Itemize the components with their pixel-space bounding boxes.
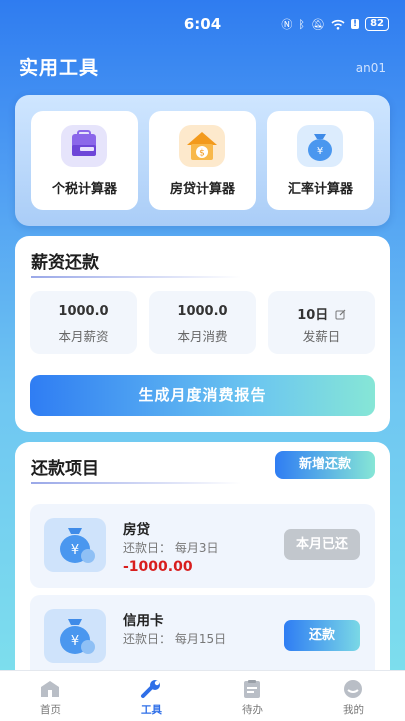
money-bag-icon: ¥ — [44, 609, 106, 663]
profile-icon — [344, 680, 362, 698]
wrench-icon — [141, 680, 160, 698]
title-underline — [31, 482, 241, 484]
monthly-salary-value: 1000.0 — [58, 304, 109, 319]
repayment-date: 还款日： 每月3日 — [123, 541, 219, 555]
tab-todo-label: 待办 — [242, 704, 263, 716]
tax-calculator-button[interactable]: 个税计算器 — [31, 111, 138, 210]
svg-text:¥: ¥ — [71, 634, 79, 649]
money-bag-icon: ¥ — [44, 518, 106, 572]
repayment-item[interactable]: ¥ 信用卡 还款日： 每月15日 还款 — [30, 595, 375, 679]
bottom-tab-bar: 首页 工具 待办 我的 — [0, 670, 405, 721]
tab-profile[interactable]: 我的 — [303, 671, 404, 721]
repayment-name: 房贷 — [123, 522, 150, 538]
alert-icon: ! — [350, 19, 360, 29]
payday-value-text: 10日 — [297, 308, 329, 323]
repayment-card: 还款项目 新增还款 ¥ 房贷 还款日： 每月3日 -1000.00 本月已还 ¥… — [15, 442, 390, 682]
repayment-section-title: 还款项目 — [31, 459, 99, 479]
user-id: an01 — [355, 61, 386, 75]
monthly-salary-label: 本月薪资 — [58, 329, 109, 344]
repayment-amount: -1000.00 — [123, 559, 193, 575]
exchange-rate-calculator-label: 汇率计算器 — [287, 182, 353, 197]
repayment-date: 还款日： 每月15日 — [123, 632, 227, 646]
svg-text:$: $ — [199, 149, 205, 159]
salary-card: 薪资还款 1000.0 本月薪资 1000.0 本月消费 10日 发薪日 生成月… — [15, 236, 390, 432]
tab-home[interactable]: 首页 — [0, 671, 101, 721]
tab-todo[interactable]: 待办 — [202, 671, 303, 721]
tax-calculator-icon — [61, 125, 107, 167]
title-underline — [31, 276, 241, 278]
mute-icon: 🔕︎ — [311, 17, 325, 31]
repay-button[interactable]: 还款 — [284, 620, 360, 651]
generate-report-button[interactable]: 生成月度消费报告 — [30, 375, 375, 416]
house-loan-icon: $ — [179, 125, 225, 167]
tax-calculator-label: 个税计算器 — [51, 182, 117, 197]
svg-text:¥: ¥ — [317, 146, 323, 157]
payday-value: 10日 — [268, 304, 375, 323]
exchange-rate-calculator-button[interactable]: ¥ 汇率计算器 — [267, 111, 374, 210]
salary-section-title: 薪资还款 — [31, 253, 99, 273]
svg-text:¥: ¥ — [71, 543, 79, 558]
home-icon — [41, 681, 59, 697]
repayment-name: 信用卡 — [123, 613, 164, 629]
tools-card: 个税计算器 $ 房贷计算器 ¥ 汇率计算器 — [15, 95, 390, 226]
monthly-spending-value: 1000.0 — [177, 304, 228, 319]
paid-this-month-button[interactable]: 本月已还 — [284, 529, 360, 560]
money-bag-icon: ¥ — [297, 125, 343, 167]
monthly-spending-stat[interactable]: 1000.0 本月消费 — [149, 291, 256, 354]
repayment-item[interactable]: ¥ 房贷 还款日： 每月3日 -1000.00 本月已还 — [30, 504, 375, 588]
status-bar: 6:04 Ⓝ ᛒ 🔕︎ ! 82 — [0, 0, 405, 48]
house-loan-calculator-button[interactable]: $ 房贷计算器 — [149, 111, 256, 210]
tab-profile-label: 我的 — [343, 704, 364, 716]
payday-label: 发薪日 — [302, 329, 341, 344]
add-repayment-button[interactable]: 新增还款 — [275, 451, 375, 479]
page-title: 实用工具 — [19, 57, 100, 79]
status-icons: Ⓝ ᛒ 🔕︎ ! 82 — [281, 16, 389, 32]
clipboard-icon — [244, 680, 260, 698]
bluetooth-icon: ᛒ — [298, 17, 305, 31]
monthly-spending-label: 本月消费 — [177, 329, 228, 344]
tab-home-label: 首页 — [40, 704, 61, 716]
battery-icon: 82 — [365, 17, 389, 31]
tab-tools[interactable]: 工具 — [101, 671, 202, 721]
nfc-icon: Ⓝ — [281, 18, 293, 31]
house-loan-calculator-label: 房贷计算器 — [169, 182, 235, 197]
monthly-salary-stat[interactable]: 1000.0 本月薪资 — [30, 291, 137, 354]
payday-stat[interactable]: 10日 发薪日 — [268, 291, 375, 354]
page-header: 实用工具 an01 — [19, 53, 386, 81]
edit-icon[interactable] — [335, 309, 346, 320]
tab-tools-label: 工具 — [141, 704, 162, 716]
wifi-icon — [331, 19, 345, 30]
